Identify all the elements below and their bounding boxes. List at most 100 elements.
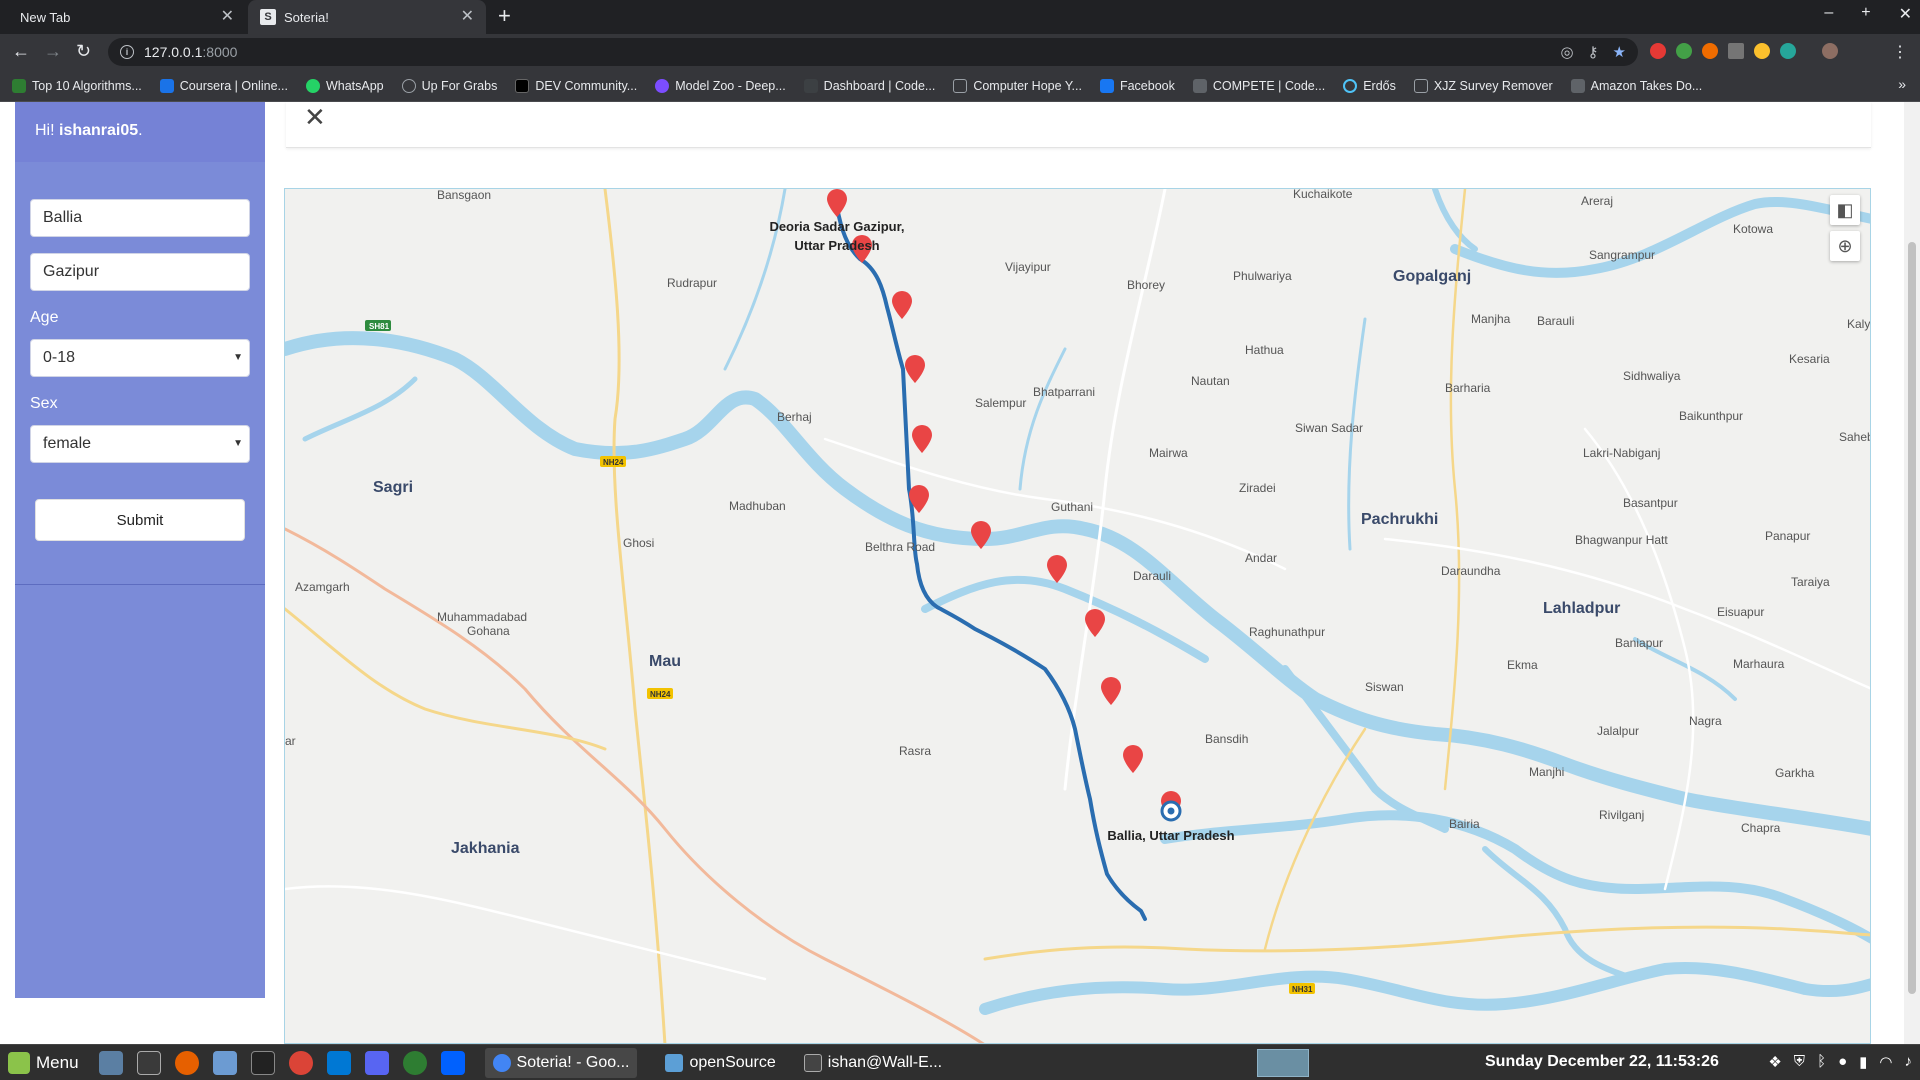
key-icon[interactable]: ⚷	[1588, 43, 1599, 61]
place-label: Kuchaikote	[1293, 189, 1353, 201]
bookmark-item[interactable]: Top 10 Algorithms...	[12, 78, 142, 93]
extension-icon[interactable]	[1702, 43, 1718, 59]
tab-soteria[interactable]: S Soteria! ✕	[248, 0, 486, 34]
place-label: Garkha	[1775, 766, 1815, 780]
place-label: Barauli	[1537, 314, 1574, 328]
place-label: Nagra	[1689, 714, 1722, 728]
page-scrollbar[interactable]	[1904, 102, 1920, 1044]
route-map[interactable]: Bansgaon Kuchaikote Areraj Kotowa Sangra…	[284, 188, 1871, 1044]
extension-icon[interactable]	[1676, 43, 1692, 59]
source-input[interactable]: Ballia	[30, 199, 250, 237]
dropbox-tray-icon[interactable]: ❖	[1768, 1053, 1781, 1071]
start-menu-button[interactable]: Menu	[8, 1051, 79, 1074]
bookmark-item[interactable]: COMPETE | Code...	[1192, 78, 1325, 93]
discord-icon[interactable]	[364, 1050, 389, 1075]
bookmark-item[interactable]: Dashboard | Code...	[803, 78, 935, 93]
maximize-icon[interactable]: +	[1861, 4, 1870, 24]
terminal-icon[interactable]	[250, 1050, 275, 1075]
map-pin-icon[interactable]	[1047, 555, 1067, 583]
destination-input[interactable]: Gazipur	[30, 253, 250, 291]
sex-label: Sex	[30, 395, 58, 412]
bookmark-item[interactable]: Up For Grabs	[401, 78, 497, 93]
location-icon[interactable]: ◎	[1560, 43, 1573, 61]
mint-logo-icon	[8, 1051, 30, 1074]
clock[interactable]: Sunday December 22, 11:53:26	[1485, 1053, 1719, 1071]
map-pin-icon[interactable]	[1101, 677, 1121, 705]
workspace-switcher[interactable]	[1257, 1049, 1309, 1077]
cart-icon[interactable]	[1728, 43, 1744, 59]
bookmark-item[interactable]: XJZ Survey Remover	[1413, 78, 1553, 93]
place-label: Kalya	[1847, 317, 1871, 331]
place-label: Saheb	[1839, 430, 1871, 444]
checkmark-app-icon[interactable]	[402, 1050, 427, 1075]
vscode-icon[interactable]	[326, 1050, 351, 1075]
bookmark-item[interactable]: Erdős	[1343, 78, 1396, 93]
place-label: Gohana	[467, 624, 510, 638]
username: ishanrai05	[59, 122, 139, 139]
map-canvas: Bansgaon Kuchaikote Areraj Kotowa Sangra…	[285, 189, 1871, 1043]
place-label: Daraundha	[1441, 564, 1501, 578]
folder-icon[interactable]	[212, 1050, 237, 1075]
dropbox-icon[interactable]	[440, 1050, 465, 1075]
avatar[interactable]	[1822, 43, 1838, 59]
start-label-line1: Deoria Sadar Gazipur,	[769, 219, 904, 234]
bookmark-item[interactable]: Coursera | Online...	[159, 78, 288, 93]
map-pin-icon[interactable]	[1123, 745, 1143, 773]
chrome-icon[interactable]	[288, 1050, 313, 1075]
place-label: Rasra	[899, 744, 931, 758]
chevron-double-right-icon[interactable]: »	[1898, 76, 1906, 92]
map-pin-icon[interactable]	[905, 355, 925, 383]
map-pin-icon[interactable]	[827, 189, 847, 217]
info-icon[interactable]: i	[120, 45, 134, 59]
bluetooth-icon[interactable]: ᛒ	[1817, 1053, 1826, 1071]
taskbar-window[interactable]: openSource	[665, 1053, 776, 1072]
map-layers-button[interactable]: ◧	[1830, 195, 1860, 225]
address-bar[interactable]: i 127.0.0.1 :8000 ◎ ⚷ ★	[108, 38, 1638, 66]
taskbar-window[interactable]: Soteria! - Goo...	[484, 1047, 638, 1078]
close-window-icon[interactable]: ✕	[1899, 4, 1912, 24]
bookmark-item[interactable]: Model Zoo - Deep...	[655, 78, 786, 93]
bookmark-item[interactable]: DEV Community...	[515, 78, 637, 93]
sex-select[interactable]: female ▼	[30, 425, 250, 463]
extension-icon[interactable]	[1754, 43, 1770, 59]
close-icon[interactable]: ✕	[304, 102, 326, 133]
system-monitor-icon[interactable]	[136, 1050, 161, 1075]
age-select[interactable]: 0-18 ▼	[30, 339, 250, 377]
place-label: Kotowa	[1733, 222, 1773, 236]
bookmarks-bar: Top 10 Algorithms... Coursera | Online..…	[0, 70, 1920, 102]
bookmark-star-icon[interactable]: ★	[1613, 43, 1626, 61]
end-point-icon[interactable]	[1160, 800, 1182, 822]
bookmark-favicon-icon	[1343, 78, 1358, 93]
minimize-icon[interactable]: –	[1824, 4, 1833, 24]
kebab-menu-icon[interactable]: ⋮	[1892, 42, 1908, 62]
my-location-button[interactable]: ⊕	[1830, 231, 1860, 261]
bookmark-item[interactable]: Computer Hope Y...	[953, 78, 1082, 93]
user-icon[interactable]: ●	[1838, 1053, 1847, 1071]
bookmark-label: WhatsApp	[325, 78, 384, 93]
grammarly-icon[interactable]	[1780, 43, 1796, 59]
scrollbar-thumb[interactable]	[1908, 242, 1916, 994]
forward-arrow-icon[interactable]: →	[44, 41, 62, 61]
taskbar-window[interactable]: ishan@Wall-E...	[803, 1053, 942, 1072]
bookmark-item[interactable]: Amazon Takes Do...	[1570, 78, 1702, 93]
map-pin-icon[interactable]	[912, 425, 932, 453]
volume-icon[interactable]: ♪	[1905, 1053, 1913, 1071]
extension-icon[interactable]	[1650, 43, 1666, 59]
wifi-icon[interactable]: ◠	[1879, 1053, 1892, 1071]
map-pin-icon[interactable]	[1085, 609, 1105, 637]
reload-icon[interactable]: ↻	[76, 41, 91, 61]
shield-icon[interactable]: ⛨	[1794, 1053, 1805, 1071]
close-icon[interactable]: ✕	[461, 9, 474, 25]
back-arrow-icon[interactable]: ←	[12, 41, 30, 61]
battery-icon[interactable]: ▮	[1859, 1053, 1867, 1071]
tab-new-tab[interactable]: New Tab ✕	[8, 0, 246, 34]
firefox-icon[interactable]	[174, 1050, 199, 1075]
map-pin-icon[interactable]	[892, 291, 912, 319]
close-icon[interactable]: ✕	[221, 9, 234, 25]
new-tab-button[interactable]: +	[498, 5, 511, 27]
bookmark-item[interactable]: WhatsApp	[305, 78, 384, 93]
place-label: Barharia	[1445, 381, 1491, 395]
submit-button[interactable]: Submit	[35, 499, 245, 541]
show-desktop-icon[interactable]	[98, 1050, 123, 1075]
bookmark-item[interactable]: Facebook	[1099, 78, 1175, 93]
